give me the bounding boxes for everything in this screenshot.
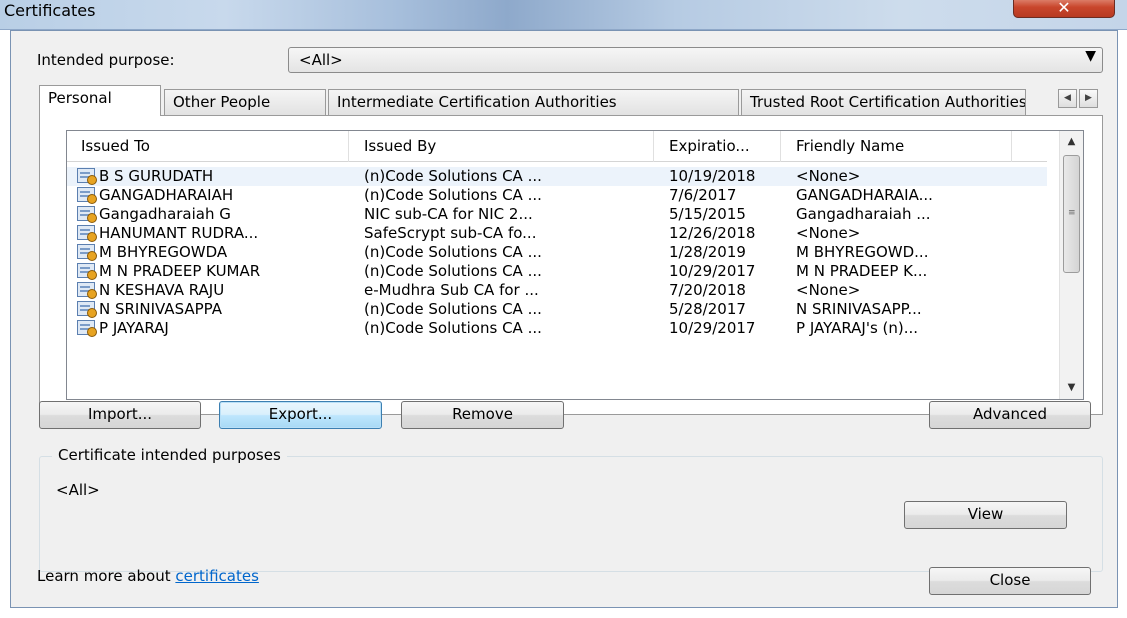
table-row[interactable]: HANUMANT RUDRA... SafeScrypt sub-CA fo..… <box>67 224 1047 243</box>
cell-issued-by: (n)Code Solutions CA ... <box>364 262 542 280</box>
certificates-link[interactable]: certificates <box>175 567 259 585</box>
intended-purpose-dropdown[interactable]: <All> ▼ <box>288 47 1103 73</box>
remove-button[interactable]: Remove <box>401 401 564 429</box>
column-issued-by[interactable]: Issued By <box>350 131 654 162</box>
cell-issued-by: (n)Code Solutions CA ... <box>364 243 542 261</box>
dropdown-arrow-icon: ▼ <box>1085 48 1096 64</box>
cell-issued-to: B S GURUDATH <box>99 167 214 185</box>
table-row[interactable]: P JAYARAJ (n)Code Solutions CA ... 10/29… <box>67 319 1047 338</box>
table-row[interactable]: N KESHAVA RAJU e-Mudhra Sub CA for ... 7… <box>67 281 1047 300</box>
personal-tab-panel: Issued To Issued By Expiratio... Friendl… <box>39 115 1103 415</box>
cell-issued-to: N SRINIVASAPPA <box>99 300 223 318</box>
grip-icon: ≡ <box>1068 208 1076 218</box>
tab-personal[interactable]: Personal <box>39 85 161 116</box>
table-row[interactable]: M N PRADEEP KUMAR (n)Code Solutions CA .… <box>67 262 1047 281</box>
cell-issued-by: NIC sub-CA for NIC 2... <box>364 205 533 223</box>
cell-friendly-name: M N PRADEEP K... <box>796 262 928 280</box>
cell-issued-to: GANGADHARAIAH <box>99 186 234 204</box>
intended-purpose-value: <All> <box>299 51 343 69</box>
learn-more-label: Learn more about <box>37 567 171 585</box>
column-friendly-name[interactable]: Friendly Name <box>782 131 1012 162</box>
advanced-button[interactable]: Advanced <box>929 401 1091 429</box>
cell-expiration: 12/26/2018 <box>669 224 756 242</box>
cell-issued-to: M N PRADEEP KUMAR <box>99 262 261 280</box>
tab-trusted-root-ca[interactable]: Trusted Root Certification Authorities <box>741 89 1026 115</box>
cell-expiration: 10/29/2017 <box>669 319 756 337</box>
cell-issued-by: (n)Code Solutions CA ... <box>364 167 542 185</box>
cell-expiration: 5/28/2017 <box>669 300 746 318</box>
learn-more-text: Learn more about certificates <box>37 567 259 585</box>
certificate-icon <box>77 225 97 242</box>
cell-issued-by: SafeScrypt sub-CA fo... <box>364 224 537 242</box>
cell-friendly-name: P JAYARAJ's (n)... <box>796 319 919 337</box>
intended-purposes-value: <All> <box>56 481 100 499</box>
cell-issued-to: Gangadharaiah G <box>99 205 231 223</box>
tab-intermediate-ca[interactable]: Intermediate Certification Authorities <box>328 89 739 115</box>
cell-expiration: 10/19/2018 <box>669 167 756 185</box>
cell-expiration: 10/29/2017 <box>669 262 756 280</box>
certificate-icon <box>77 301 97 318</box>
tab-scroll-left-icon[interactable]: ◀ <box>1058 89 1077 108</box>
cell-expiration: 1/28/2019 <box>669 243 746 261</box>
certificate-intended-purposes-group: Certificate intended purposes <All> View <box>39 446 1103 572</box>
table-row[interactable]: Gangadharaiah G NIC sub-CA for NIC 2... … <box>67 205 1047 224</box>
title-bar: Certificates ✕ <box>0 0 1127 30</box>
cell-friendly-name: M BHYREGOWD... <box>796 243 929 261</box>
intended-purpose-label: Intended purpose: <box>37 51 175 69</box>
cell-friendly-name: GANGADHARAIA... <box>796 186 933 204</box>
view-button[interactable]: View <box>904 501 1067 529</box>
cell-friendly-name: N SRINIVASAPP... <box>796 300 922 318</box>
cell-friendly-name: <None> <box>796 281 861 299</box>
cell-issued-to: N KESHAVA RAJU <box>99 281 225 299</box>
column-issued-to[interactable]: Issued To <box>67 131 349 162</box>
export-button[interactable]: Export... <box>219 401 382 429</box>
cell-expiration: 7/20/2018 <box>669 281 746 299</box>
certificates-dialog: Intended purpose: <All> ▼ Personal Other… <box>10 30 1118 608</box>
certificate-icon <box>77 206 97 223</box>
cell-issued-to: M BHYREGOWDA <box>99 243 228 261</box>
cell-expiration: 5/15/2015 <box>669 205 746 223</box>
cell-issued-by: (n)Code Solutions CA ... <box>364 300 542 318</box>
table-row[interactable]: N SRINIVASAPPA (n)Code Solutions CA ... … <box>67 300 1047 319</box>
scroll-down-icon[interactable]: ▼ <box>1060 377 1083 399</box>
cell-friendly-name: Gangadharaiah ... <box>796 205 931 223</box>
scroll-up-icon[interactable]: ▲ <box>1060 131 1083 153</box>
certificate-icon <box>77 168 97 185</box>
column-expiration[interactable]: Expiratio... <box>655 131 781 162</box>
certificate-icon <box>77 320 97 337</box>
cell-issued-by: (n)Code Solutions CA ... <box>364 319 542 337</box>
cell-expiration: 7/6/2017 <box>669 186 737 204</box>
table-row[interactable]: GANGADHARAIAH (n)Code Solutions CA ... 7… <box>67 186 1047 205</box>
cell-issued-to: HANUMANT RUDRA... <box>99 224 259 242</box>
cell-issued-by: e-Mudhra Sub CA for ... <box>364 281 539 299</box>
scroll-thumb[interactable]: ≡ <box>1063 155 1080 273</box>
table-row[interactable]: B S GURUDATH (n)Code Solutions CA ... 10… <box>67 167 1047 186</box>
tab-other-people[interactable]: Other People <box>164 89 326 115</box>
cell-issued-to: P JAYARAJ <box>99 319 169 337</box>
certificate-icon <box>77 263 97 280</box>
list-header: Issued To Issued By Expiratio... Friendl… <box>67 131 1047 162</box>
import-button[interactable]: Import... <box>39 401 201 429</box>
intended-purposes-title: Certificate intended purposes <box>52 446 287 464</box>
certificate-icon <box>77 187 97 204</box>
window-close-button[interactable]: ✕ <box>1013 0 1115 18</box>
cell-friendly-name: <None> <box>796 167 861 185</box>
tab-scroll-right-icon[interactable]: ▶ <box>1079 89 1098 108</box>
table-row[interactable]: M BHYREGOWDA (n)Code Solutions CA ... 1/… <box>67 243 1047 262</box>
certificate-icon <box>77 282 97 299</box>
window-title: Certificates <box>4 1 96 20</box>
list-vertical-scrollbar[interactable]: ▲ ≡ ▼ <box>1059 131 1083 399</box>
certificate-icon <box>77 244 97 261</box>
close-button[interactable]: Close <box>929 567 1091 595</box>
cell-friendly-name: <None> <box>796 224 861 242</box>
cell-issued-by: (n)Code Solutions CA ... <box>364 186 542 204</box>
certificate-list[interactable]: Issued To Issued By Expiratio... Friendl… <box>66 130 1084 400</box>
